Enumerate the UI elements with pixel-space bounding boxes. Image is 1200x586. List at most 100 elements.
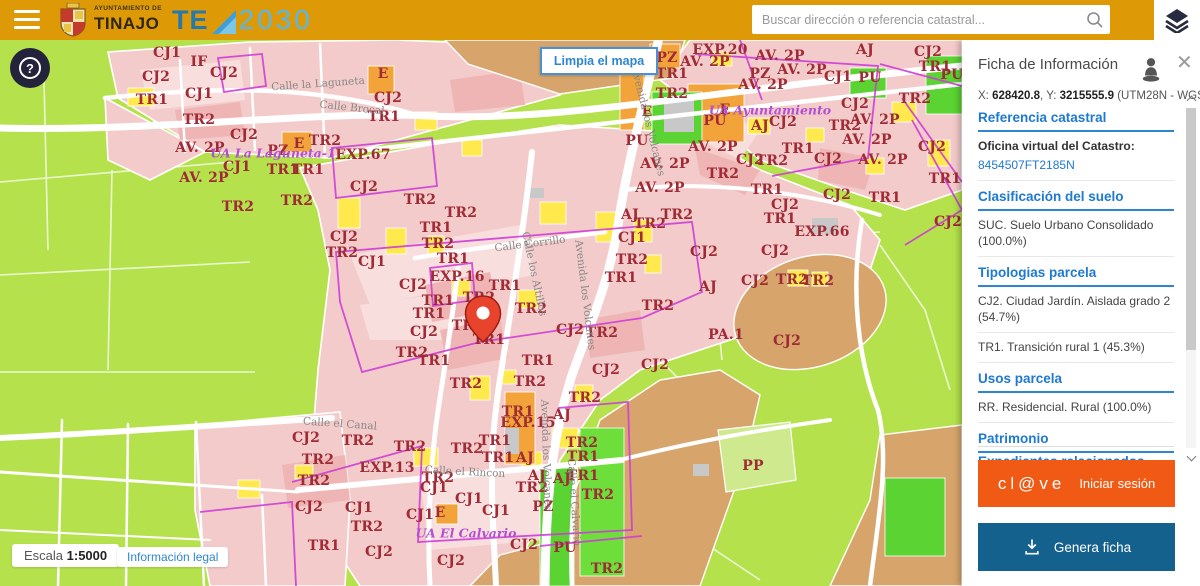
zone-label: TR2 — [756, 153, 788, 169]
org-big-label: TINAJO — [94, 15, 162, 32]
zone-label: TR1 — [292, 162, 324, 178]
zone-label: TR2 — [515, 301, 547, 317]
clave-login-button[interactable]: cl@ve Iniciar sesión — [978, 460, 1175, 507]
zone-label: EXP.20 — [692, 42, 747, 58]
zone-label: CJ1 — [358, 254, 386, 270]
zone-label: E — [294, 136, 305, 152]
zone-label: CJ2 — [556, 322, 584, 338]
zone-label: CJ1 — [406, 507, 434, 523]
zone-label: TR1 — [413, 306, 445, 322]
zone-label: CJ2 — [641, 357, 669, 373]
zone-label: TR2 — [514, 374, 546, 390]
zone-label: AV. 2P — [179, 170, 228, 186]
zone-label: TR1 — [567, 449, 599, 465]
help-button[interactable]: ? — [10, 48, 50, 88]
street-label: Calle Corrillo — [494, 234, 566, 255]
zone-label: TR2 — [566, 435, 598, 451]
zone-label: AJ — [751, 118, 769, 134]
street-label: Calle el Canal — [303, 415, 378, 432]
zone-label: CJ2 — [374, 90, 402, 106]
zone-label: AV. 2P — [738, 77, 787, 93]
town-crest-logo — [58, 3, 88, 42]
search-input[interactable] — [752, 13, 1080, 27]
zone-label: CJ2 — [210, 65, 238, 81]
scrollbar-thumb[interactable] — [1186, 108, 1196, 350]
ua-label: UA La Laguneta-1 — [210, 146, 335, 161]
street-label: Calle la Laguneta — [271, 75, 365, 94]
zone-label: TR2 — [183, 112, 215, 128]
zone-label: PU — [553, 540, 576, 556]
menu-icon[interactable] — [14, 10, 40, 30]
tea-2030-logo: TE 2030 — [172, 3, 313, 37]
zone-label: PZ — [749, 66, 770, 82]
section-item: CJ2. Ciudad Jardín. Aislada grado 2 (54.… — [978, 287, 1174, 333]
scale-value: 1:5000 — [67, 548, 107, 563]
zone-label: CJ2 — [399, 277, 427, 293]
scroll-down-icon[interactable] — [1187, 452, 1197, 462]
zone-label: PZ — [532, 499, 553, 515]
panel-scrollbar[interactable] — [1186, 108, 1196, 448]
zone-label: TR2 — [802, 273, 834, 289]
item-text: SUC. Suelo Urbano Consolidado (100.0%) — [978, 217, 1174, 249]
zone-label: TR2 — [586, 325, 618, 341]
legal-info-button[interactable]: Información legal — [117, 547, 228, 567]
zone-label: TR2 — [776, 272, 808, 288]
map-viewport[interactable]: CJ1IFCJ2CJ2CJ1TR1TR2CJ2AV. 2PPZETR2EXP.6… — [0, 40, 962, 586]
scale-indicator: Escala 1:5000 — [12, 544, 119, 567]
zone-label: TR2 — [899, 91, 931, 107]
clear-map-button[interactable]: Limpia el mapa — [540, 47, 658, 75]
zone-label: TR2 — [342, 433, 374, 449]
section-heading: Clasificación del suelo — [978, 189, 1174, 211]
layers-button[interactable] — [1154, 0, 1200, 40]
layers-icon — [1164, 7, 1190, 33]
zone-label: CJ2 — [771, 197, 799, 213]
organization-name: AYUNTAMIENTO DE TINAJO — [94, 6, 162, 32]
search-icon[interactable] — [1080, 5, 1110, 34]
clave-login-label: Iniciar sesión — [1079, 476, 1155, 491]
zone-label: TR2 — [591, 561, 623, 577]
street-view-person-icon[interactable] — [1140, 57, 1162, 88]
zone-label: CJ2 — [437, 553, 465, 569]
street-label: Calle los Altillos — [519, 231, 549, 318]
zone-label: TR2 — [616, 252, 648, 268]
street-label: Avenida los Volcanes — [629, 67, 667, 178]
zone-label: TR2 — [516, 480, 548, 496]
zone-label: TR2 — [351, 519, 383, 535]
org-small-label: AYUNTAMIENTO DE — [94, 6, 162, 13]
zone-label: TR1 — [764, 211, 796, 227]
coord-y: 3215555.9 — [1060, 90, 1114, 102]
zone-label: CJ1 — [345, 500, 373, 516]
zone-label: TR2 — [829, 118, 861, 134]
zone-label: TR2 — [422, 236, 454, 252]
zone-label: PP — [742, 458, 763, 474]
generate-report-button[interactable]: Genera ficha — [978, 523, 1175, 571]
zone-label: TR2 — [222, 199, 254, 215]
zone-label: EXP.16 — [429, 269, 484, 285]
coordinates-readout: X: 628420.8, Y: 3215555.9 (UTM28N - WGS8… — [978, 90, 1200, 102]
coord-x: 628420.8 — [992, 90, 1040, 102]
catastro-reference-link[interactable]: 8454507FT2185N — [978, 158, 1075, 172]
section-item: Oficina virtual del Catastro:8454507FT21… — [978, 132, 1174, 181]
zone-label: CJ1 — [482, 503, 510, 519]
zone-label: E — [378, 66, 389, 82]
zone-label: AJ — [621, 207, 639, 223]
zone-label: TR2 — [707, 166, 739, 182]
zone-label: CJ2 — [841, 96, 869, 112]
zone-label: CJ1 — [185, 86, 213, 102]
zone-label: TR1 — [422, 293, 454, 309]
zone-label: TR1 — [437, 251, 469, 267]
street-label: Calle Brocal — [319, 99, 385, 118]
zone-label: TR2 — [298, 473, 330, 489]
zone-label: AV. 2P — [858, 152, 907, 168]
zone-label: CJ2 — [814, 151, 842, 167]
map-marker-pin — [464, 295, 502, 343]
zone-label: TR2 — [281, 193, 313, 209]
brand-te: TE — [172, 5, 209, 36]
zone-label: CJ1 — [420, 480, 448, 496]
street-label: Calle el Rincon — [425, 464, 506, 480]
section-item: TR1. Transición rural 1 (45.3%) — [978, 333, 1174, 363]
close-icon[interactable]: ✕ — [1176, 53, 1193, 73]
ua-label: UA Ayuntamiento — [709, 103, 831, 118]
zone-label: AV. 2P — [175, 140, 224, 156]
section-item: RR. Residencial. Rural (100.0%) — [978, 393, 1174, 423]
